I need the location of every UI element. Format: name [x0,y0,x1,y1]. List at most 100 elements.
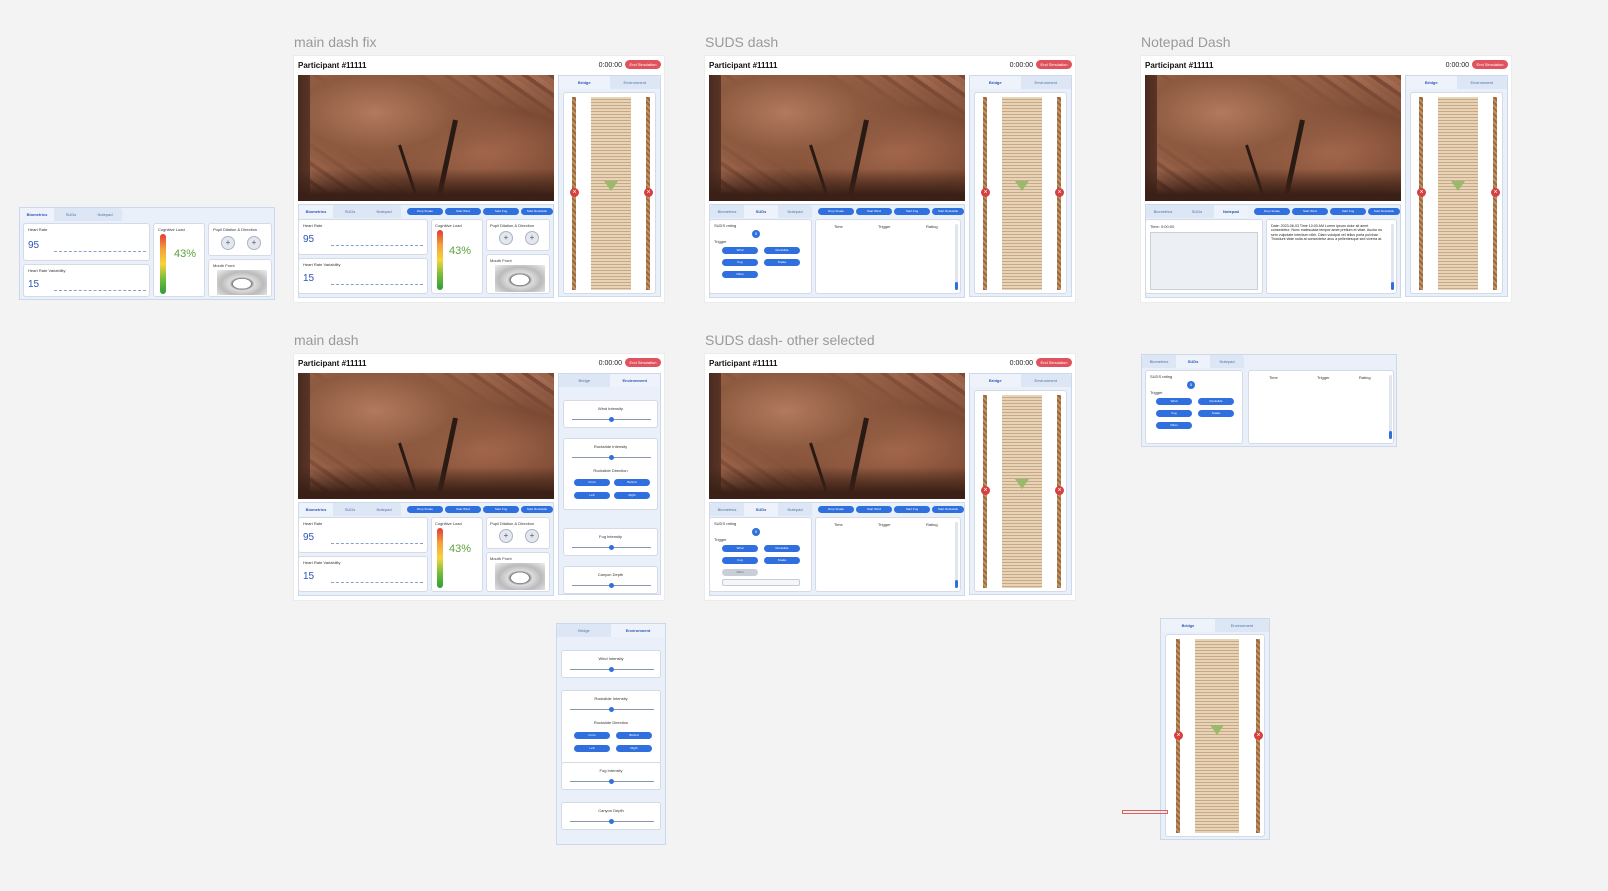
start-rockslide-button[interactable]: Start Rockslide [932,506,964,513]
trigger-rockslide[interactable]: Rockslide [764,247,800,254]
end-simulation-button[interactable]: End Simulation [1472,60,1508,69]
direction-left[interactable]: Left [574,492,610,499]
tab-bridge[interactable]: Bridge [970,374,1021,387]
tab-suds[interactable]: SUDs [1176,355,1210,368]
right-cut-icon[interactable]: × [1055,486,1064,495]
suds-table-scrollbar[interactable] [1389,375,1392,439]
end-simulation-button[interactable]: End Simulation [625,60,661,69]
trigger-rockslide[interactable]: Rockslide [764,545,800,552]
left-cut-icon[interactable]: × [1174,731,1183,740]
end-simulation-button[interactable]: End Simulation [1036,358,1072,367]
suds-rating-selected[interactable]: 5 [1187,381,1195,389]
start-wind-button[interactable]: Start Wind [856,208,892,215]
direction-front[interactable]: Front [574,732,610,739]
start-fog-button[interactable]: Start Fog [483,208,519,215]
tab-suds[interactable]: SUDs [54,208,88,221]
drop-snake-button[interactable]: Drop Snake [818,506,854,513]
direction-behind[interactable]: Behind [616,732,652,739]
left-cut-icon[interactable]: × [981,486,990,495]
fog-knob[interactable] [609,545,614,550]
tab-notepad[interactable]: Notepad [778,205,812,218]
trigger-snake[interactable]: Snake [1198,410,1234,417]
tab-biometrics[interactable]: Biometrics [1142,355,1176,368]
trigger-other[interactable]: Other [1156,422,1192,429]
left-cut-icon[interactable]: × [1417,188,1426,197]
start-wind-button[interactable]: Start Wind [1292,208,1328,215]
trigger-other[interactable]: Other [722,569,758,576]
other-trigger-input[interactable] [722,579,800,586]
tab-bridge[interactable]: Bridge [1161,619,1215,632]
direction-right[interactable]: Right [614,492,650,499]
trigger-other[interactable]: Other [722,271,758,278]
tab-environment[interactable]: Environment [609,374,660,387]
tab-biometrics[interactable]: Biometrics [1146,205,1180,218]
trigger-snake[interactable]: Snake [764,557,800,564]
drop-snake-button[interactable]: Drop Snake [1254,208,1290,215]
tab-bridge[interactable]: Bridge [557,624,611,637]
tab-notepad[interactable]: Notepad [88,208,122,221]
tab-bridge[interactable]: Bridge [1406,76,1457,89]
drop-snake-button[interactable]: Drop Snake [818,208,854,215]
tab-bridge[interactable]: Bridge [559,374,610,387]
tab-environment[interactable]: Environment [1215,619,1269,632]
start-fog-button[interactable]: Start Fog [894,208,930,215]
drop-snake-button[interactable]: Drop Snake [407,208,443,215]
end-simulation-button[interactable]: End Simulation [1036,60,1072,69]
fog-knob[interactable] [609,779,614,784]
tab-notepad[interactable]: Notepad [1214,205,1248,218]
trigger-wind[interactable]: Wind [722,545,758,552]
wind-knob[interactable] [609,667,614,672]
rockslide-knob[interactable] [609,455,614,460]
trigger-fog[interactable]: Fog [722,259,758,266]
start-rockslide-button[interactable]: Start Rockslide [932,208,964,215]
direction-behind[interactable]: Behind [614,479,650,486]
start-rockslide-button[interactable]: Start Rockslide [521,506,553,513]
start-fog-button[interactable]: Start Fog [1330,208,1366,215]
start-fog-button[interactable]: Start Fog [894,506,930,513]
left-cut-icon[interactable]: × [570,188,579,197]
tab-environment[interactable]: Environment [1457,76,1508,89]
tab-environment[interactable]: Environment [1021,374,1072,387]
tab-suds[interactable]: SUDs [744,205,778,218]
start-fog-button[interactable]: Start Fog [483,506,519,513]
tab-suds[interactable]: SUDs [333,503,367,516]
note-scrollbar[interactable] [1391,224,1394,290]
tab-biometrics[interactable]: Biometrics [299,205,333,218]
direction-front[interactable]: Front [574,479,610,486]
direction-right[interactable]: Right [616,745,652,752]
suds-rating-selected[interactable]: 5 [752,230,760,238]
trigger-rockslide[interactable]: Rockslide [1198,398,1234,405]
trigger-wind[interactable]: Wind [722,247,758,254]
start-rockslide-button[interactable]: Start Rockslide [521,208,553,215]
tab-notepad[interactable]: Notepad [367,503,401,516]
direction-left[interactable]: Left [574,745,610,752]
tab-biometrics[interactable]: Biometrics [710,503,744,516]
left-cut-icon[interactable]: × [981,188,990,197]
tab-notepad[interactable]: Notepad [367,205,401,218]
end-simulation-button[interactable]: End Simulation [625,358,661,367]
suds-table-scrollbar[interactable] [955,224,958,290]
trigger-fog[interactable]: Fog [722,557,758,564]
tab-environment[interactable]: Environment [611,624,665,637]
start-wind-button[interactable]: Start Wind [445,208,481,215]
start-rockslide-button[interactable]: Start Rockslide [1368,208,1400,215]
canyon-knob[interactable] [609,819,614,824]
tab-environment[interactable]: Environment [1021,76,1072,89]
suds-table-scrollbar[interactable] [955,522,958,588]
tab-bridge[interactable]: Bridge [559,76,610,89]
tab-environment[interactable]: Environment [610,76,661,89]
right-cut-icon[interactable]: × [1491,188,1500,197]
right-cut-icon[interactable]: × [1254,731,1263,740]
tab-suds[interactable]: SUDs [1180,205,1214,218]
note-input[interactable] [1150,232,1258,290]
trigger-wind[interactable]: Wind [1156,398,1192,405]
tab-bridge[interactable]: Bridge [970,76,1021,89]
tab-biometrics[interactable]: Biometrics [710,205,744,218]
canyon-knob[interactable] [609,583,614,588]
drop-snake-button[interactable]: Drop Snake [407,506,443,513]
start-wind-button[interactable]: Start Wind [445,506,481,513]
wind-knob[interactable] [609,417,614,422]
tab-biometrics[interactable]: Biometrics [20,208,54,221]
tab-suds[interactable]: SUDs [744,503,778,516]
tab-biometrics[interactable]: Biometrics [299,503,333,516]
